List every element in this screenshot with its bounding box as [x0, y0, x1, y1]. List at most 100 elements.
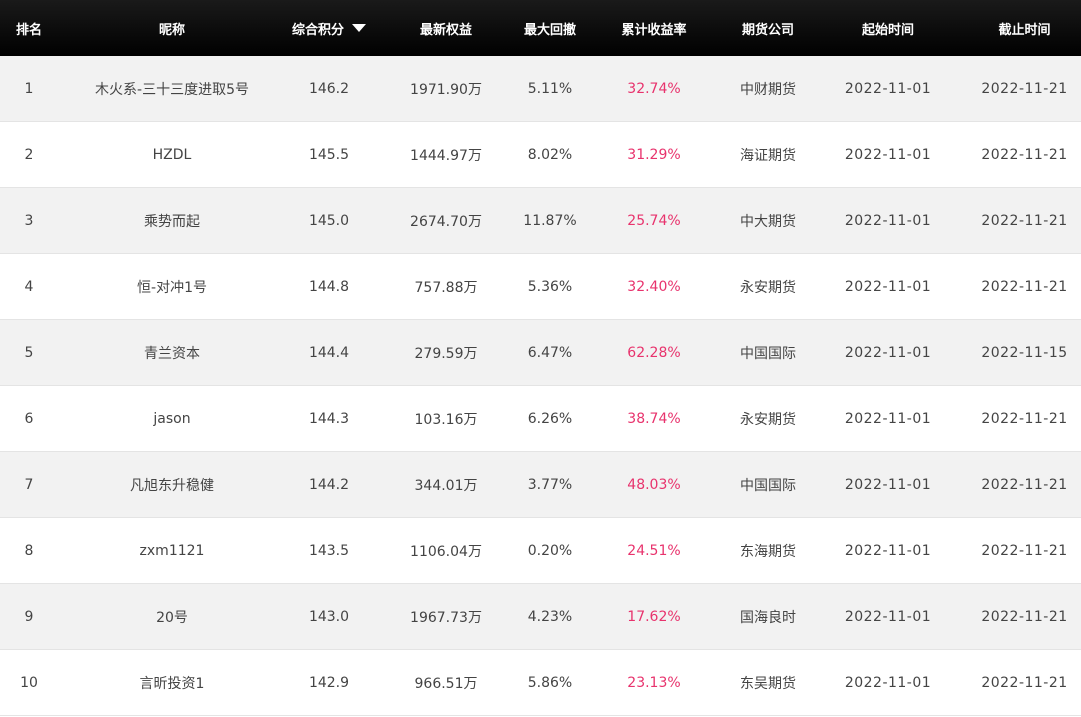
cell-company: 国海良时 [740, 609, 796, 626]
cell-start: 2022-11-01 [844, 542, 932, 559]
header-max-drawdown: 最大回撤 [520, 19, 580, 38]
cell-cum-return: 32.74% [627, 80, 681, 97]
cell-rank: 10 [20, 674, 38, 691]
cell-equity: 1106.04万 [410, 543, 482, 560]
table-row[interactable]: 6 jason 144.3 103.16万 6.26% 38.74% 永安期货 … [0, 386, 1081, 452]
cell-company: 东吴期货 [740, 675, 796, 692]
cell-name[interactable]: 凡旭东升稳健 [58, 475, 286, 495]
cell-score: 143.5 [308, 542, 350, 559]
cell-score: 144.2 [308, 476, 350, 493]
table-row[interactable]: 5 青兰资本 144.4 279.59万 6.47% 62.28% 中国国际 2… [0, 320, 1081, 386]
table-row[interactable]: 8 zxm1121 143.5 1106.04万 0.20% 24.51% 东海… [0, 518, 1081, 584]
cell-max-drawdown: 11.87% [523, 212, 577, 229]
cell-company: 中财期货 [740, 81, 796, 98]
cell-end: 2022-11-21 [981, 542, 1068, 559]
cell-start: 2022-11-01 [844, 146, 932, 163]
header-max-drawdown-label: 最大回撤 [523, 22, 576, 38]
header-rank-label: 排名 [15, 22, 42, 38]
header-end: 截止时间 [968, 19, 1081, 38]
cell-name[interactable]: zxm1121 [58, 543, 286, 559]
cell-name[interactable]: 木火系-三十三度进取5号 [58, 79, 286, 99]
header-score-sort[interactable]: 综合积分 [286, 19, 372, 38]
cell-equity: 344.01万 [414, 477, 478, 494]
cell-company: 东海期货 [740, 543, 796, 560]
cell-end: 2022-11-21 [981, 674, 1068, 691]
cell-name[interactable]: 言昕投资1 [58, 673, 286, 693]
cell-cum-return: 31.29% [627, 146, 681, 163]
cell-max-drawdown: 6.26% [527, 410, 573, 427]
cell-rank: 5 [24, 344, 34, 361]
cell-max-drawdown: 5.11% [527, 80, 573, 97]
sort-descending-icon[interactable] [352, 24, 366, 32]
table-row[interactable]: 4 恒-对冲1号 144.8 757.88万 5.36% 32.40% 永安期货… [0, 254, 1081, 320]
cell-cum-return: 17.62% [627, 608, 681, 625]
table-row[interactable]: 3 乘势而起 145.0 2674.70万 11.87% 25.74% 中大期货… [0, 188, 1081, 254]
table-row[interactable]: 10 言昕投资1 142.9 966.51万 5.86% 23.13% 东吴期货… [0, 650, 1081, 716]
cell-score: 143.0 [308, 608, 350, 625]
cell-start: 2022-11-01 [844, 278, 932, 295]
header-name-label: 昵称 [158, 22, 185, 38]
cell-equity: 1444.97万 [410, 147, 482, 164]
cell-rank: 1 [24, 80, 34, 97]
cell-company: 永安期货 [740, 411, 796, 428]
table-row[interactable]: 7 凡旭东升稳健 144.2 344.01万 3.77% 48.03% 中国国际… [0, 452, 1081, 518]
cell-name[interactable]: jason [58, 411, 286, 427]
table-row[interactable]: 9 20号 143.0 1967.73万 4.23% 17.62% 国海良时 2… [0, 584, 1081, 650]
cell-rank: 4 [24, 278, 34, 295]
cell-company: 中国国际 [740, 345, 796, 362]
cell-equity: 966.51万 [414, 675, 478, 692]
table-header: 排名 昵称 综合积分 最新权益 最大回撤 累计收益率 期货公司 起始时间 截止时… [0, 0, 1081, 56]
cell-name[interactable]: 乘势而起 [58, 211, 286, 231]
cell-company: 永安期货 [740, 279, 796, 296]
cell-cum-return: 23.13% [627, 674, 681, 691]
cell-end: 2022-11-21 [981, 410, 1068, 427]
cell-score: 145.0 [308, 212, 350, 229]
cell-cum-return: 25.74% [627, 212, 681, 229]
cell-score: 144.4 [308, 344, 350, 361]
cell-end: 2022-11-21 [981, 212, 1068, 229]
cell-start: 2022-11-01 [844, 212, 932, 229]
table-body: 1 木火系-三十三度进取5号 146.2 1971.90万 5.11% 32.7… [0, 56, 1081, 716]
cell-end: 2022-11-21 [981, 608, 1068, 625]
cell-max-drawdown: 8.02% [527, 146, 573, 163]
cell-start: 2022-11-01 [844, 608, 932, 625]
cell-end: 2022-11-21 [981, 80, 1068, 97]
cell-name[interactable]: 20号 [58, 607, 286, 627]
cell-name[interactable]: HZDL [58, 147, 286, 163]
cell-name[interactable]: 青兰资本 [58, 343, 286, 363]
cell-max-drawdown: 0.20% [527, 542, 573, 559]
cell-company: 中大期货 [740, 213, 796, 230]
cell-end: 2022-11-15 [981, 344, 1068, 361]
cell-name[interactable]: 恒-对冲1号 [58, 277, 286, 297]
ranking-table: 排名 昵称 综合积分 最新权益 最大回撤 累计收益率 期货公司 起始时间 截止时… [0, 0, 1081, 717]
table-row[interactable]: 1 木火系-三十三度进取5号 146.2 1971.90万 5.11% 32.7… [0, 56, 1081, 122]
cell-equity: 103.16万 [414, 411, 478, 428]
cell-equity: 757.88万 [414, 279, 478, 296]
cell-rank: 8 [24, 542, 34, 559]
cell-max-drawdown: 4.23% [527, 608, 573, 625]
cell-max-drawdown: 3.77% [527, 476, 573, 493]
cell-end: 2022-11-21 [981, 146, 1068, 163]
header-equity: 最新权益 [372, 19, 520, 38]
cell-start: 2022-11-01 [844, 410, 932, 427]
cell-rank: 6 [24, 410, 34, 427]
header-start: 起始时间 [808, 19, 968, 38]
header-end-label: 截止时间 [998, 22, 1051, 38]
cell-score: 144.3 [308, 410, 350, 427]
header-company-label: 期货公司 [741, 22, 794, 38]
header-score-label: 综合积分 [291, 22, 344, 38]
header-start-label: 起始时间 [861, 22, 914, 38]
header-company: 期货公司 [728, 19, 808, 38]
cell-rank: 3 [24, 212, 34, 229]
cell-max-drawdown: 5.36% [527, 278, 573, 295]
cell-score: 144.8 [308, 278, 350, 295]
header-name: 昵称 [58, 19, 286, 38]
cell-rank: 9 [24, 608, 34, 625]
cell-cum-return: 38.74% [627, 410, 681, 427]
table-row[interactable]: 2 HZDL 145.5 1444.97万 8.02% 31.29% 海证期货 … [0, 122, 1081, 188]
cell-max-drawdown: 6.47% [527, 344, 573, 361]
cell-equity: 1967.73万 [410, 609, 482, 626]
header-rank: 排名 [0, 19, 58, 38]
cell-end: 2022-11-21 [981, 278, 1068, 295]
cell-start: 2022-11-01 [844, 344, 932, 361]
